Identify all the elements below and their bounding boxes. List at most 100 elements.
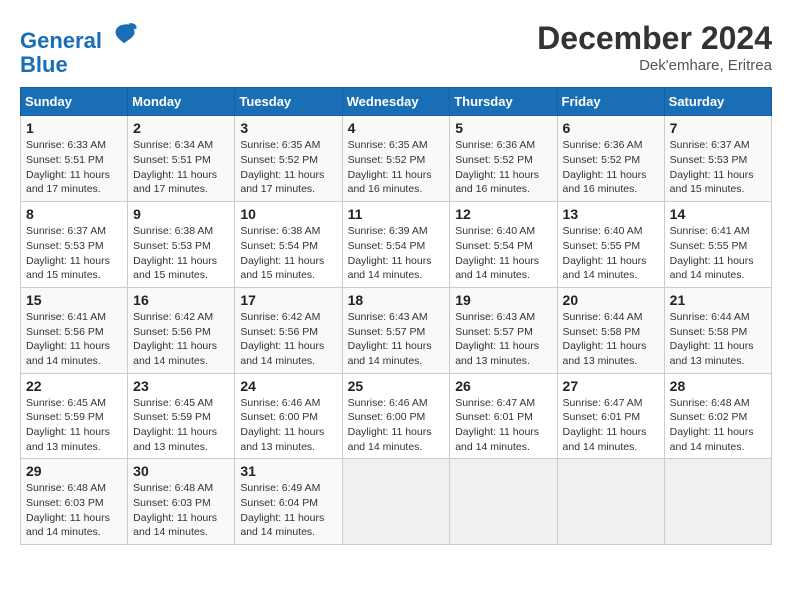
calendar-cell: 27 Sunrise: 6:47 AM Sunset: 6:01 PM Dayl… — [557, 373, 664, 459]
day-number: 3 — [240, 120, 336, 136]
week-row-1: 1 Sunrise: 6:33 AM Sunset: 5:51 PM Dayli… — [21, 116, 772, 202]
day-info: Sunrise: 6:35 AM Sunset: 5:52 PM Dayligh… — [240, 138, 336, 197]
day-info: Sunrise: 6:36 AM Sunset: 5:52 PM Dayligh… — [563, 138, 659, 197]
day-number: 9 — [133, 206, 229, 222]
day-number: 12 — [455, 206, 551, 222]
weekday-header-wednesday: Wednesday — [342, 88, 450, 116]
day-info: Sunrise: 6:38 AM Sunset: 5:54 PM Dayligh… — [240, 224, 336, 283]
day-number: 23 — [133, 378, 229, 394]
calendar-cell — [664, 459, 771, 545]
day-info: Sunrise: 6:39 AM Sunset: 5:54 PM Dayligh… — [348, 224, 445, 283]
weekday-header-friday: Friday — [557, 88, 664, 116]
calendar-cell: 17 Sunrise: 6:42 AM Sunset: 5:56 PM Dayl… — [235, 287, 342, 373]
calendar-cell: 26 Sunrise: 6:47 AM Sunset: 6:01 PM Dayl… — [450, 373, 557, 459]
title-block: December 2024 Dek'emhare, Eritrea — [537, 20, 772, 74]
day-number: 8 — [26, 206, 122, 222]
calendar-cell: 21 Sunrise: 6:44 AM Sunset: 5:58 PM Dayl… — [664, 287, 771, 373]
calendar-cell: 5 Sunrise: 6:36 AM Sunset: 5:52 PM Dayli… — [450, 116, 557, 202]
day-number: 4 — [348, 120, 445, 136]
day-number: 25 — [348, 378, 445, 394]
day-number: 30 — [133, 463, 229, 479]
logo-line2: Blue — [20, 52, 68, 77]
calendar-cell: 14 Sunrise: 6:41 AM Sunset: 5:55 PM Dayl… — [664, 202, 771, 288]
day-info: Sunrise: 6:45 AM Sunset: 5:59 PM Dayligh… — [133, 396, 229, 455]
day-info: Sunrise: 6:42 AM Sunset: 5:56 PM Dayligh… — [133, 310, 229, 369]
weekday-header-sunday: Sunday — [21, 88, 128, 116]
logo-text: General — [20, 20, 138, 53]
weekday-header-tuesday: Tuesday — [235, 88, 342, 116]
day-number: 29 — [26, 463, 122, 479]
day-info: Sunrise: 6:41 AM Sunset: 5:56 PM Dayligh… — [26, 310, 122, 369]
weekday-header-saturday: Saturday — [664, 88, 771, 116]
calendar-cell: 11 Sunrise: 6:39 AM Sunset: 5:54 PM Dayl… — [342, 202, 450, 288]
day-number: 5 — [455, 120, 551, 136]
calendar-cell: 8 Sunrise: 6:37 AM Sunset: 5:53 PM Dayli… — [21, 202, 128, 288]
day-info: Sunrise: 6:38 AM Sunset: 5:53 PM Dayligh… — [133, 224, 229, 283]
day-number: 20 — [563, 292, 659, 308]
week-row-3: 15 Sunrise: 6:41 AM Sunset: 5:56 PM Dayl… — [21, 287, 772, 373]
day-info: Sunrise: 6:36 AM Sunset: 5:52 PM Dayligh… — [455, 138, 551, 197]
logo-bird-icon — [110, 20, 138, 48]
day-number: 15 — [26, 292, 122, 308]
calendar-cell: 29 Sunrise: 6:48 AM Sunset: 6:03 PM Dayl… — [21, 459, 128, 545]
calendar-cell: 7 Sunrise: 6:37 AM Sunset: 5:53 PM Dayli… — [664, 116, 771, 202]
day-info: Sunrise: 6:34 AM Sunset: 5:51 PM Dayligh… — [133, 138, 229, 197]
day-number: 28 — [670, 378, 766, 394]
day-number: 31 — [240, 463, 336, 479]
weekday-header-monday: Monday — [128, 88, 235, 116]
day-info: Sunrise: 6:46 AM Sunset: 6:00 PM Dayligh… — [240, 396, 336, 455]
logo-line2-text: Blue — [20, 53, 138, 77]
day-info: Sunrise: 6:43 AM Sunset: 5:57 PM Dayligh… — [348, 310, 445, 369]
calendar-cell: 6 Sunrise: 6:36 AM Sunset: 5:52 PM Dayli… — [557, 116, 664, 202]
day-number: 13 — [563, 206, 659, 222]
day-info: Sunrise: 6:48 AM Sunset: 6:03 PM Dayligh… — [26, 481, 122, 540]
day-info: Sunrise: 6:35 AM Sunset: 5:52 PM Dayligh… — [348, 138, 445, 197]
day-info: Sunrise: 6:43 AM Sunset: 5:57 PM Dayligh… — [455, 310, 551, 369]
calendar-cell: 9 Sunrise: 6:38 AM Sunset: 5:53 PM Dayli… — [128, 202, 235, 288]
day-info: Sunrise: 6:41 AM Sunset: 5:55 PM Dayligh… — [670, 224, 766, 283]
day-number: 24 — [240, 378, 336, 394]
location: Dek'emhare, Eritrea — [537, 57, 772, 74]
calendar-cell: 3 Sunrise: 6:35 AM Sunset: 5:52 PM Dayli… — [235, 116, 342, 202]
day-number: 11 — [348, 206, 445, 222]
day-number: 10 — [240, 206, 336, 222]
weekday-header-thursday: Thursday — [450, 88, 557, 116]
calendar-cell — [450, 459, 557, 545]
calendar-table: SundayMondayTuesdayWednesdayThursdayFrid… — [20, 87, 772, 545]
week-row-2: 8 Sunrise: 6:37 AM Sunset: 5:53 PM Dayli… — [21, 202, 772, 288]
calendar-cell: 24 Sunrise: 6:46 AM Sunset: 6:00 PM Dayl… — [235, 373, 342, 459]
day-info: Sunrise: 6:45 AM Sunset: 5:59 PM Dayligh… — [26, 396, 122, 455]
calendar-cell: 22 Sunrise: 6:45 AM Sunset: 5:59 PM Dayl… — [21, 373, 128, 459]
weekday-header-row: SundayMondayTuesdayWednesdayThursdayFrid… — [21, 88, 772, 116]
day-number: 14 — [670, 206, 766, 222]
month-title: December 2024 — [537, 20, 772, 57]
day-info: Sunrise: 6:46 AM Sunset: 6:00 PM Dayligh… — [348, 396, 445, 455]
week-row-4: 22 Sunrise: 6:45 AM Sunset: 5:59 PM Dayl… — [21, 373, 772, 459]
calendar-cell — [557, 459, 664, 545]
calendar-cell: 13 Sunrise: 6:40 AM Sunset: 5:55 PM Dayl… — [557, 202, 664, 288]
day-info: Sunrise: 6:47 AM Sunset: 6:01 PM Dayligh… — [563, 396, 659, 455]
calendar-cell: 10 Sunrise: 6:38 AM Sunset: 5:54 PM Dayl… — [235, 202, 342, 288]
calendar-cell — [342, 459, 450, 545]
calendar-cell: 20 Sunrise: 6:44 AM Sunset: 5:58 PM Dayl… — [557, 287, 664, 373]
day-number: 19 — [455, 292, 551, 308]
calendar-cell: 23 Sunrise: 6:45 AM Sunset: 5:59 PM Dayl… — [128, 373, 235, 459]
calendar-cell: 28 Sunrise: 6:48 AM Sunset: 6:02 PM Dayl… — [664, 373, 771, 459]
logo-line1: General — [20, 28, 102, 53]
day-info: Sunrise: 6:37 AM Sunset: 5:53 PM Dayligh… — [670, 138, 766, 197]
day-number: 27 — [563, 378, 659, 394]
day-number: 7 — [670, 120, 766, 136]
day-info: Sunrise: 6:37 AM Sunset: 5:53 PM Dayligh… — [26, 224, 122, 283]
page-header: General Blue December 2024 Dek'emhare, E… — [20, 20, 772, 77]
week-row-5: 29 Sunrise: 6:48 AM Sunset: 6:03 PM Dayl… — [21, 459, 772, 545]
calendar-cell: 4 Sunrise: 6:35 AM Sunset: 5:52 PM Dayli… — [342, 116, 450, 202]
calendar-cell: 2 Sunrise: 6:34 AM Sunset: 5:51 PM Dayli… — [128, 116, 235, 202]
logo: General Blue — [20, 20, 138, 77]
calendar-cell: 19 Sunrise: 6:43 AM Sunset: 5:57 PM Dayl… — [450, 287, 557, 373]
day-info: Sunrise: 6:33 AM Sunset: 5:51 PM Dayligh… — [26, 138, 122, 197]
day-number: 26 — [455, 378, 551, 394]
day-number: 2 — [133, 120, 229, 136]
day-info: Sunrise: 6:44 AM Sunset: 5:58 PM Dayligh… — [563, 310, 659, 369]
calendar-cell: 30 Sunrise: 6:48 AM Sunset: 6:03 PM Dayl… — [128, 459, 235, 545]
day-number: 18 — [348, 292, 445, 308]
